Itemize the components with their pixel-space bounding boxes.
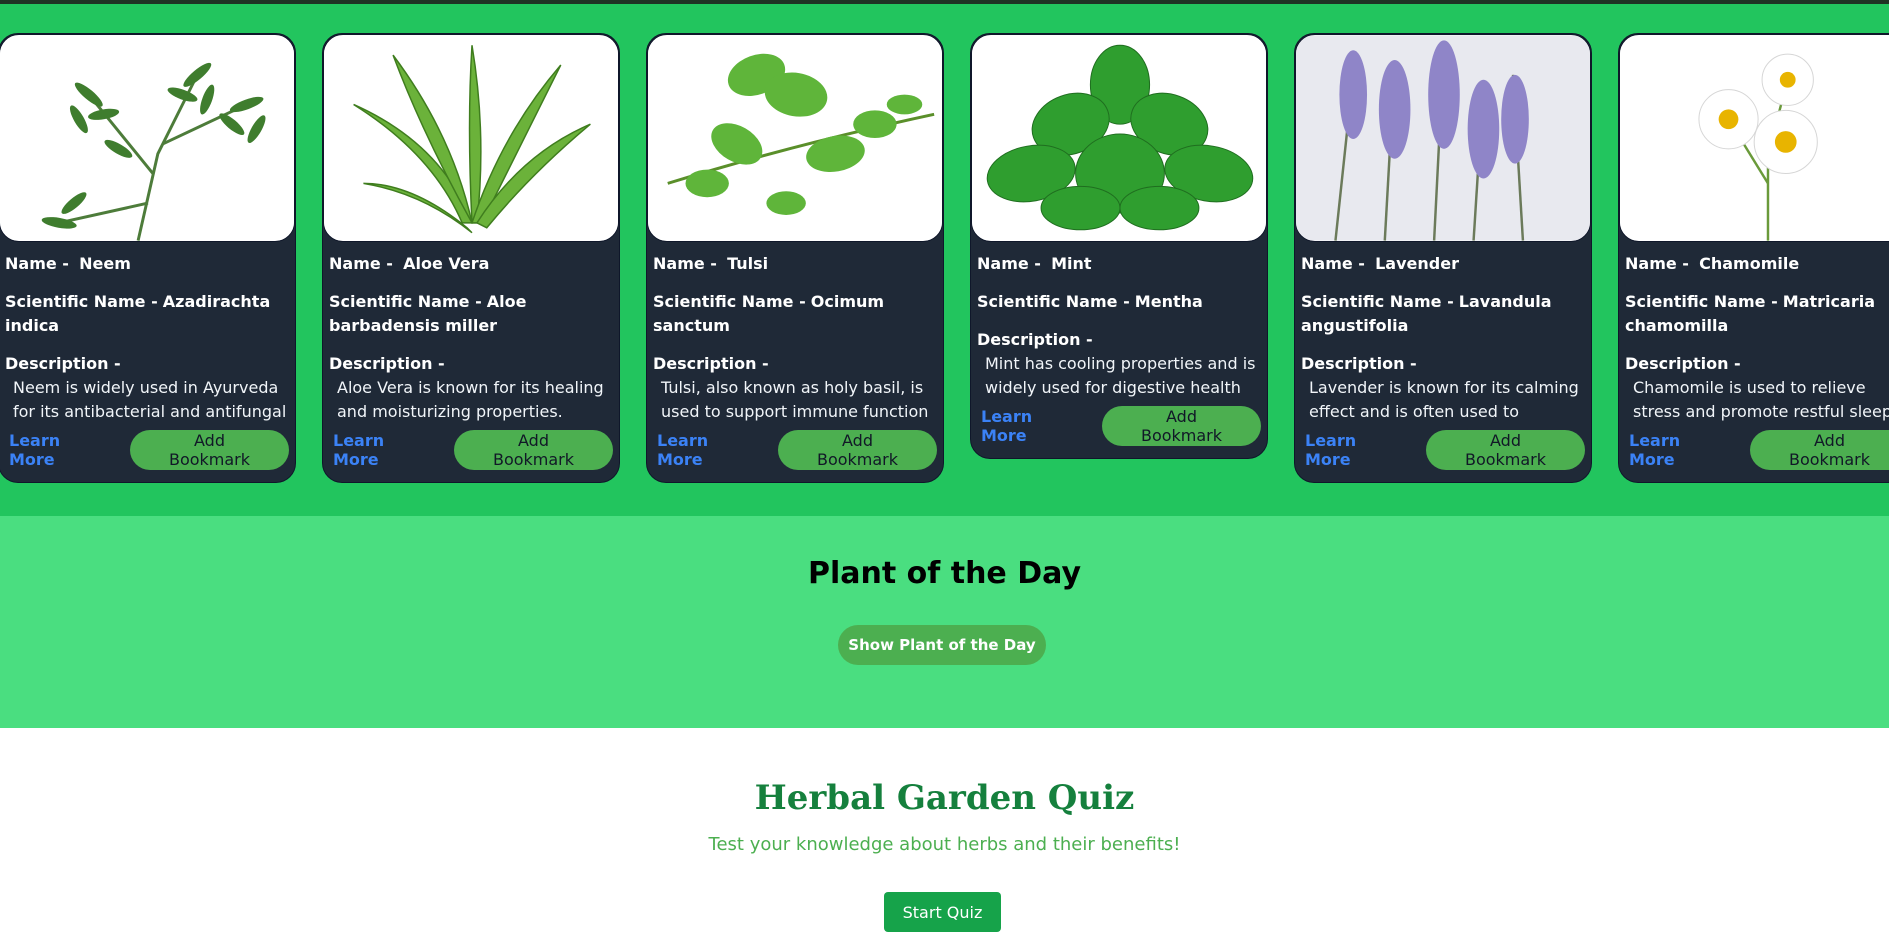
plant-card-chamomile: Name - Chamomile Scientific Name - Matri… (1618, 33, 1889, 483)
chamomile-flowers-icon (1620, 35, 1889, 241)
plant-name-label: Name - (329, 254, 393, 273)
neem-leaf-icon (0, 35, 294, 241)
scientific-name-label: Scientific Name - (977, 292, 1130, 311)
plant-name-field: Name - Tulsi (653, 252, 937, 276)
plant-name: Tulsi (727, 254, 769, 273)
scientific-name-label: Scientific Name - (5, 292, 158, 311)
description-label: Description - (329, 354, 445, 373)
plant-of-the-day-section: Plant of the Day Show Plant of the Day (0, 516, 1889, 728)
learn-more-link[interactable]: Learn More (1629, 431, 1726, 469)
tulsi-sprig-icon (648, 35, 942, 241)
scientific-name-field: Scientific Name - Matricaria chamomilla (1625, 290, 1889, 338)
description-label: Description - (1301, 354, 1417, 373)
description-text: Neem is widely used in Ayurveda for its … (13, 378, 287, 421)
scientific-name-label: Scientific Name - (329, 292, 482, 311)
description-label: Description - (977, 330, 1093, 349)
start-quiz-button[interactable]: Start Quiz (884, 892, 1001, 932)
quiz-title: Herbal Garden Quiz (754, 778, 1135, 818)
scientific-name-field: Scientific Name - Ocimum sanctum (653, 290, 937, 338)
lavender-flowers-icon (1296, 35, 1590, 241)
scientific-name-field: Scientific Name - Azadirachta indica (5, 290, 289, 338)
plant-name-label: Name - (5, 254, 69, 273)
plant-name: Lavender (1375, 254, 1459, 273)
scientific-name: Mentha (1134, 292, 1203, 311)
plant-image-aloe-vera (323, 34, 619, 242)
plant-card-tulsi: Name - Tulsi Scientific Name - Ocimum sa… (646, 33, 944, 483)
learn-more-link[interactable]: Learn More (657, 431, 754, 469)
learn-more-link[interactable]: Learn More (1305, 431, 1402, 469)
add-bookmark-button[interactable]: Add Bookmark (130, 430, 289, 470)
scientific-name-field: Scientific Name - Mentha (977, 290, 1261, 314)
add-bookmark-button[interactable]: Add Bookmark (1750, 430, 1889, 470)
scientific-name-field: Scientific Name - Aloe barbadensis mille… (329, 290, 613, 338)
plant-name-field: Name - Aloe Vera (329, 252, 613, 276)
scientific-name-label: Scientific Name - (1625, 292, 1778, 311)
plant-card-aloe-vera: Name - Aloe Vera Scientific Name - Aloe … (322, 33, 620, 483)
show-plant-of-the-day-button[interactable]: Show Plant of the Day (838, 625, 1046, 665)
plant-card-neem: Name - Neem Scientific Name - Azadiracht… (0, 33, 296, 483)
learn-more-link[interactable]: Learn More (9, 431, 106, 469)
add-bookmark-button[interactable]: Add Bookmark (454, 430, 613, 470)
plant-of-the-day-title: Plant of the Day (807, 556, 1082, 591)
scientific-name-field: Scientific Name - Lavandula angustifolia (1301, 290, 1585, 338)
add-bookmark-button[interactable]: Add Bookmark (1426, 430, 1585, 470)
plant-name-label: Name - (1625, 254, 1689, 273)
plant-name-field: Name - Chamomile (1625, 252, 1889, 276)
plant-name-label: Name - (1301, 254, 1365, 273)
plant-cards-section: Name - Neem Scientific Name - Azadiracht… (0, 4, 1889, 516)
learn-more-link[interactable]: Learn More (333, 431, 430, 469)
quiz-subtitle: Test your knowledge about herbs and thei… (708, 834, 1181, 855)
add-bookmark-button[interactable]: Add Bookmark (1102, 406, 1261, 446)
learn-more-link[interactable]: Learn More (981, 407, 1078, 445)
plant-image-neem (0, 34, 295, 242)
add-bookmark-button[interactable]: Add Bookmark (778, 430, 937, 470)
plant-image-chamomile (1619, 34, 1889, 242)
description-label: Description - (5, 354, 121, 373)
plant-name-field: Name - Neem (5, 252, 289, 276)
plant-name-field: Name - Mint (977, 252, 1261, 276)
description-text: Lavender is known for its calming effect… (1309, 378, 1579, 421)
plant-name-field: Name - Lavender (1301, 252, 1585, 276)
aloe-vera-icon (324, 35, 618, 241)
plant-name: Chamomile (1699, 254, 1800, 273)
scientific-name-label: Scientific Name - (653, 292, 806, 311)
plant-card-lavender: Name - Lavender Scientific Name - Lavand… (1294, 33, 1592, 483)
plant-card-mint: Name - Mint Scientific Name - Mentha Des… (970, 33, 1268, 459)
herbal-quiz-section: Herbal Garden Quiz Test your knowledge a… (0, 728, 1889, 940)
description-label: Description - (1625, 354, 1741, 373)
description-text: Mint has cooling properties and is widel… (985, 354, 1256, 397)
description-text: Chamomile is used to relieve stress and … (1633, 378, 1889, 421)
scientific-name-label: Scientific Name - (1301, 292, 1454, 311)
plant-name-label: Name - (653, 254, 717, 273)
description-text: Tulsi, also known as holy basil, is used… (661, 378, 929, 421)
plant-name: Aloe Vera (403, 254, 490, 273)
mint-leaves-icon (972, 35, 1266, 241)
plant-image-mint (971, 34, 1267, 242)
plant-image-lavender (1295, 34, 1591, 242)
plant-name: Mint (1051, 254, 1092, 273)
plant-name: Neem (79, 254, 131, 273)
description-text: Aloe Vera is known for its healing and m… (337, 378, 604, 421)
description-label: Description - (653, 354, 769, 373)
plant-name-label: Name - (977, 254, 1041, 273)
plant-image-tulsi (647, 34, 943, 242)
